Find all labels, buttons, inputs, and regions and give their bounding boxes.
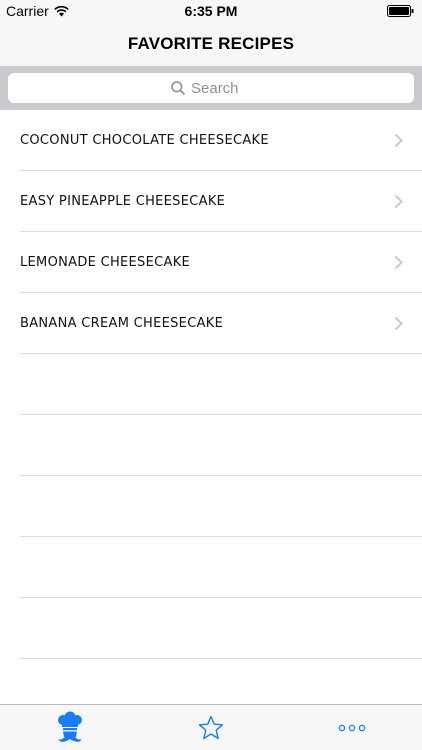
recipe-title: BANANA CREAM CHEESECAKE: [20, 316, 224, 331]
search-field[interactable]: [8, 73, 414, 103]
chevron-right-icon: [394, 255, 403, 270]
star-icon: [198, 715, 224, 739]
recipe-row[interactable]: EASY PINEAPPLE CHEESECAKE: [0, 171, 422, 232]
empty-row: [0, 537, 422, 598]
search-input[interactable]: [191, 79, 251, 97]
empty-row: [0, 415, 422, 476]
empty-row: [0, 598, 422, 659]
search-icon: [171, 81, 185, 95]
chevron-right-icon: [394, 316, 403, 331]
recipe-title: COCONUT CHOCOLATE CHEESECAKE: [20, 133, 269, 148]
tab-more[interactable]: [322, 708, 382, 748]
empty-row: [0, 354, 422, 415]
chevron-right-icon: [394, 133, 403, 148]
recipe-list: COCONUT CHOCOLATE CHEESECAKE EASY PINEAP…: [0, 110, 422, 720]
chef-icon: [58, 711, 83, 742]
status-bar: Carrier 6:35 PM: [0, 0, 422, 22]
tab-favorites[interactable]: [181, 708, 241, 748]
status-time: 6:35 PM: [184, 3, 238, 19]
search-bar: [0, 66, 422, 110]
battery-icon: [387, 5, 414, 17]
page-title: FAVORITE RECIPES: [127, 34, 295, 53]
navigation-bar: FAVORITE RECIPES: [0, 22, 422, 66]
recipe-title: EASY PINEAPPLE CHEESECAKE: [20, 194, 226, 209]
tab-recipes[interactable]: [40, 708, 100, 748]
recipe-row[interactable]: BANANA CREAM CHEESECAKE: [0, 293, 422, 354]
tab-bar: [0, 704, 422, 750]
chevron-right-icon: [394, 194, 403, 209]
more-icon: [338, 724, 365, 731]
recipe-row[interactable]: COCONUT CHOCOLATE CHEESECAKE: [0, 110, 422, 171]
recipe-title: LEMONADE CHEESECAKE: [20, 255, 191, 270]
recipe-row[interactable]: LEMONADE CHEESECAKE: [0, 232, 422, 293]
empty-row: [0, 476, 422, 537]
